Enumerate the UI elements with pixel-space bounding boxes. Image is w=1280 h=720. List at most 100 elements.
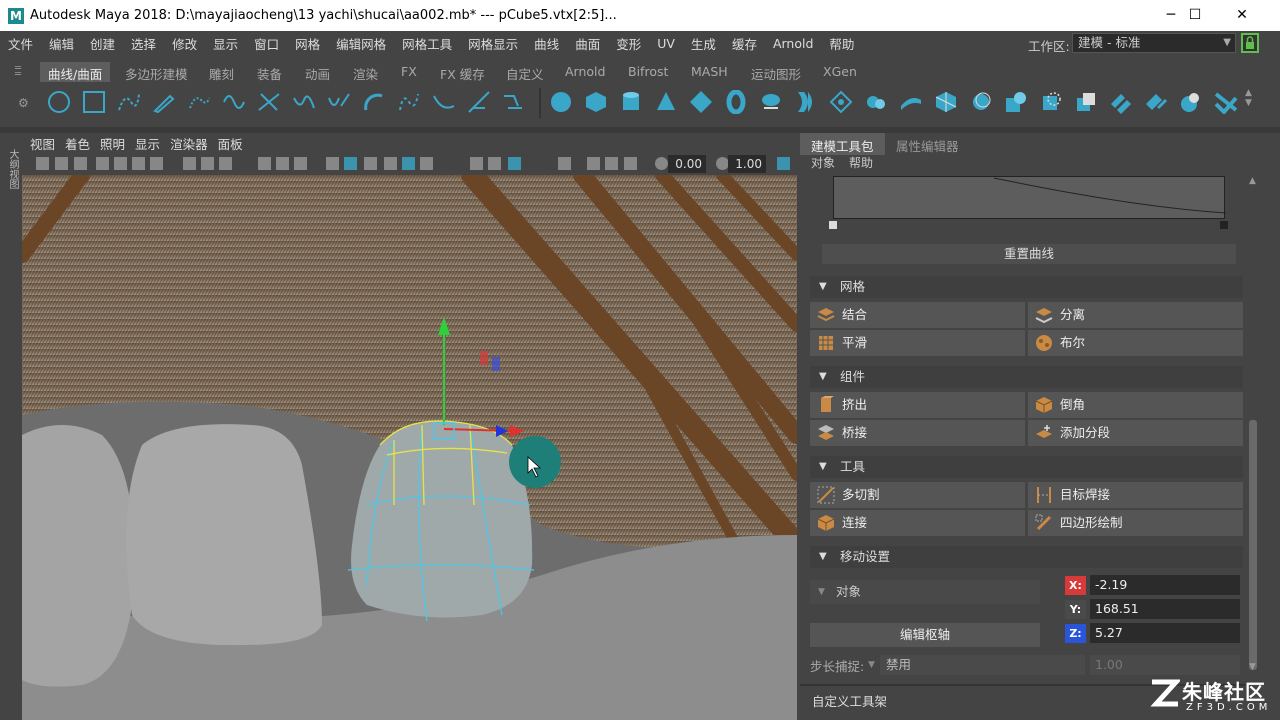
xray-icon[interactable]	[587, 157, 600, 170]
panel-scrollbar[interactable]	[1249, 420, 1257, 670]
ambient-occlusion-icon[interactable]	[488, 157, 501, 170]
shelf-tab-xgen[interactable]: XGen	[815, 62, 865, 82]
menu-mesh-tools[interactable]: 网格工具	[394, 34, 460, 53]
reset-curve-button[interactable]: 重置曲线	[822, 244, 1236, 264]
nurbs-cone-icon[interactable]	[654, 90, 678, 114]
curve-wave-icon[interactable]	[292, 90, 316, 114]
shelf-tab-bifrost[interactable]: Bifrost	[620, 62, 676, 82]
menu-uv[interactable]: UV	[649, 36, 683, 51]
step-snap-amount-field[interactable]: 1.00	[1090, 655, 1240, 675]
curve-start-handle[interactable]	[829, 221, 837, 229]
nurbs-plane-icon[interactable]	[689, 90, 713, 114]
panel-menu-object[interactable]: 对象	[811, 154, 835, 171]
viewport-menu-shading[interactable]: 着色	[63, 134, 98, 153]
curve-extend-icon[interactable]	[467, 90, 491, 114]
untrim-icon[interactable]	[1074, 90, 1098, 114]
gate-mask-icon[interactable]	[258, 157, 271, 170]
boolean-button[interactable]: 布尔	[1028, 330, 1243, 356]
menu-curves[interactable]: 曲线	[526, 34, 567, 53]
menu-cache[interactable]: 缓存	[724, 34, 765, 53]
antialiasing-icon[interactable]	[508, 157, 521, 170]
bevel-surface-icon[interactable]	[1004, 90, 1028, 114]
menu-generate[interactable]: 生成	[683, 34, 724, 53]
revolve-icon[interactable]	[759, 90, 783, 114]
section-move-settings[interactable]: ▼ 移动设置	[810, 546, 1243, 568]
section-components[interactable]: ▼ 组件	[810, 366, 1243, 388]
wireframe-icon[interactable]	[326, 157, 339, 170]
smooth-shade-icon[interactable]	[344, 157, 357, 170]
workspace-select[interactable]: 建模 - 标准 ▼	[1072, 33, 1236, 53]
nurbs-cylinder-icon[interactable]	[619, 90, 643, 114]
panel-scroll-down-icon[interactable]: ▼	[1249, 662, 1256, 672]
x-value-field[interactable]: -2.19	[1090, 575, 1240, 595]
stitch-icon[interactable]	[1109, 90, 1133, 114]
lock-icon[interactable]	[1241, 33, 1259, 53]
curve-rebuild-icon[interactable]	[397, 90, 421, 114]
tab-attribute-editor[interactable]: 属性编辑器	[885, 133, 970, 155]
cv-curve-icon[interactable]	[117, 90, 141, 114]
resolution-gate-icon[interactable]	[219, 157, 232, 170]
multi-cut-button[interactable]: 多切割	[810, 482, 1025, 508]
nurbs-sphere-icon[interactable]	[549, 90, 573, 114]
shelf-tab-curves-surfaces[interactable]: 曲线/曲面	[40, 62, 111, 82]
bookmark-icon[interactable]	[96, 157, 109, 170]
extrude-button[interactable]: 挤出	[810, 392, 1025, 418]
z-value-field[interactable]: 5.27	[1090, 623, 1240, 643]
viewport-menu-view[interactable]: 视图	[28, 134, 63, 153]
film-gate-icon[interactable]	[201, 157, 214, 170]
rebuild-surface-icon[interactable]	[1144, 90, 1168, 114]
shelf-tab-arnold[interactable]: Arnold	[557, 62, 613, 82]
menu-display[interactable]: 显示	[205, 34, 246, 53]
edit-pivot-button[interactable]: 编辑枢轴	[810, 623, 1040, 647]
menu-surfaces[interactable]: 曲面	[567, 34, 608, 53]
use-default-material-icon[interactable]	[364, 157, 377, 170]
viewport-menu-show[interactable]: 显示	[133, 134, 168, 153]
surface-editing-icon[interactable]	[1214, 90, 1238, 114]
grid-icon[interactable]	[183, 157, 196, 170]
viewport-menu-lighting[interactable]: 照明	[98, 134, 133, 153]
shelf-tab-fx[interactable]: FX	[393, 62, 425, 82]
selected-mesh[interactable]	[351, 420, 533, 618]
curve-cut-icon[interactable]	[257, 90, 281, 114]
curve-offset-icon[interactable]	[502, 90, 526, 114]
exposure-field[interactable]: 0.00	[668, 155, 706, 173]
panel-menu-help[interactable]: 帮助	[849, 154, 873, 171]
shelf-tab-custom[interactable]: 自定义	[498, 62, 552, 82]
pencil-curve-icon[interactable]	[152, 90, 176, 114]
curve-end-handle[interactable]	[1220, 221, 1228, 229]
viewport-menu-panels[interactable]: 面板	[216, 134, 251, 153]
bridge-button[interactable]: 桥接	[810, 420, 1025, 446]
trim-tool-icon[interactable]	[1039, 90, 1063, 114]
xray-joints-icon[interactable]	[605, 157, 618, 170]
scene-render[interactable]	[22, 175, 797, 720]
menu-mesh[interactable]: 网格	[287, 34, 328, 53]
arc-icon[interactable]	[362, 90, 386, 114]
birail-icon[interactable]	[899, 90, 923, 114]
falloff-curve-graph[interactable]	[833, 176, 1227, 219]
camera-attributes-icon[interactable]	[74, 157, 87, 170]
nurbs-cube-icon[interactable]	[584, 90, 608, 114]
grease-pencil-icon[interactable]	[150, 157, 163, 170]
safe-action-icon[interactable]	[294, 157, 307, 170]
shelf-tab-motion-graphics[interactable]: 运动图形	[743, 62, 809, 82]
sculpt-geometry-icon[interactable]	[1179, 90, 1203, 114]
menu-select[interactable]: 选择	[123, 34, 164, 53]
nurbs-torus-icon[interactable]	[724, 90, 748, 114]
menu-arnold[interactable]: Arnold	[765, 36, 821, 51]
connect-button[interactable]: 连接	[810, 510, 1025, 536]
target-weld-button[interactable]: 目标焊接	[1028, 482, 1243, 508]
outliner-tab[interactable]: 大纲视图	[2, 138, 20, 200]
textured-icon[interactable]	[402, 157, 415, 170]
lock-camera-icon[interactable]	[55, 157, 68, 170]
xray-components-icon[interactable]	[624, 157, 637, 170]
section-tools[interactable]: ▼ 工具	[810, 456, 1243, 478]
add-divisions-button[interactable]: 添加分段	[1028, 420, 1243, 446]
bevel-button[interactable]: 倒角	[1028, 392, 1243, 418]
menu-modify[interactable]: 修改	[164, 34, 205, 53]
shelf-menu-icon[interactable]: ═ ═	[15, 64, 27, 80]
combine-button[interactable]: 结合	[810, 302, 1025, 328]
select-camera-icon[interactable]	[36, 157, 49, 170]
menu-create[interactable]: 创建	[82, 34, 123, 53]
menu-edit[interactable]: 编辑	[41, 34, 82, 53]
maximize-button[interactable]: ☐	[1172, 0, 1218, 31]
